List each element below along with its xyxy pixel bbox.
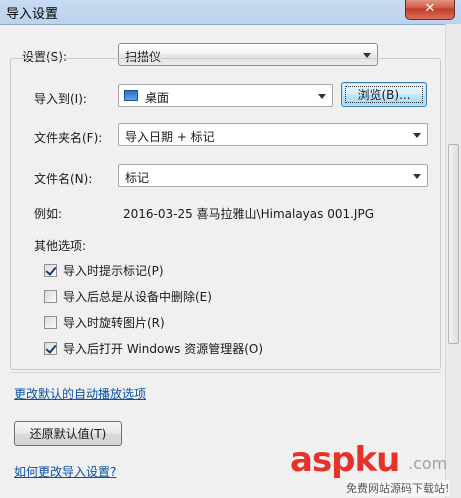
desktop-icon xyxy=(124,90,138,101)
chevron-down-icon xyxy=(318,94,326,99)
option-label: 导入时提示标记(P) xyxy=(63,263,164,278)
checkbox-checked[interactable] xyxy=(44,341,57,355)
chevron-down-icon xyxy=(413,174,421,179)
file-name-value: 标记 xyxy=(125,171,150,185)
example-label: 例如: xyxy=(34,207,63,221)
watermark: aspku .com 免费网站源码下载站! xyxy=(290,440,460,498)
file-name-combobox[interactable]: 标记 xyxy=(118,164,428,187)
option-rotate-pictures[interactable]: 导入时旋转图片(R) xyxy=(44,314,165,330)
title-bar: 导入设置 ✕ xyxy=(0,0,461,24)
checkbox-unchecked[interactable] xyxy=(44,315,57,329)
watermark-tld: .com xyxy=(408,454,448,473)
option-open-explorer[interactable]: 导入后打开 Windows 资源管理器(O) xyxy=(44,340,263,356)
option-label: 导入时旋转图片(R) xyxy=(63,315,165,330)
vertical-scrollbar[interactable] xyxy=(445,24,461,498)
option-label: 导入后打开 Windows 资源管理器(O) xyxy=(63,341,264,356)
option-delete-after-import[interactable]: 导入后总是从设备中删除(E) xyxy=(44,288,212,304)
import-to-value: 桌面 xyxy=(145,91,170,105)
option-prompt-tags[interactable]: 导入时提示标记(P) xyxy=(44,262,164,278)
folder-name-combobox[interactable]: 导入日期 + 标记 xyxy=(118,123,428,146)
import-to-label: 导入到(I): xyxy=(34,92,87,106)
file-name-label: 文件名(N): xyxy=(34,172,93,186)
autoplay-settings-link[interactable]: 更改默认的自动播放选项 xyxy=(14,385,146,402)
close-icon: ✕ xyxy=(424,1,436,16)
checkbox-checked[interactable] xyxy=(44,263,57,277)
restore-defaults-button[interactable]: 还原默认值(T) xyxy=(14,421,122,446)
window-frame: 导入设置 ✕ 设置(S): 扫描仪 导入到(I): 桌面 浏览(B)... 文件… xyxy=(0,0,461,498)
chevron-down-icon xyxy=(413,133,421,138)
window-title: 导入设置 xyxy=(6,7,59,22)
close-button[interactable]: ✕ xyxy=(405,0,455,20)
focus-rectangle xyxy=(345,86,423,103)
browse-button[interactable]: 浏览(B)... xyxy=(341,82,427,107)
option-label: 导入后总是从设备中删除(E) xyxy=(63,289,212,304)
import-to-combobox[interactable]: 桌面 xyxy=(118,84,333,107)
checkbox-unchecked[interactable] xyxy=(44,289,57,303)
folder-name-value: 导入日期 + 标记 xyxy=(125,130,215,144)
watermark-tagline: 免费网站源码下载站! xyxy=(346,480,450,496)
watermark-brand: aspku xyxy=(290,440,400,480)
help-link[interactable]: 如何更改导入设置? xyxy=(14,463,116,480)
restore-defaults-label: 还原默认值(T) xyxy=(29,427,107,441)
divider xyxy=(10,372,441,373)
scrollbar-thumb[interactable] xyxy=(448,144,459,344)
example-value: 2016-03-25 喜马拉雅山\Himalayas 001.JPG xyxy=(123,207,374,221)
folder-name-label: 文件夹名(F): xyxy=(34,131,103,145)
other-options-label: 其他选项: xyxy=(34,239,87,253)
